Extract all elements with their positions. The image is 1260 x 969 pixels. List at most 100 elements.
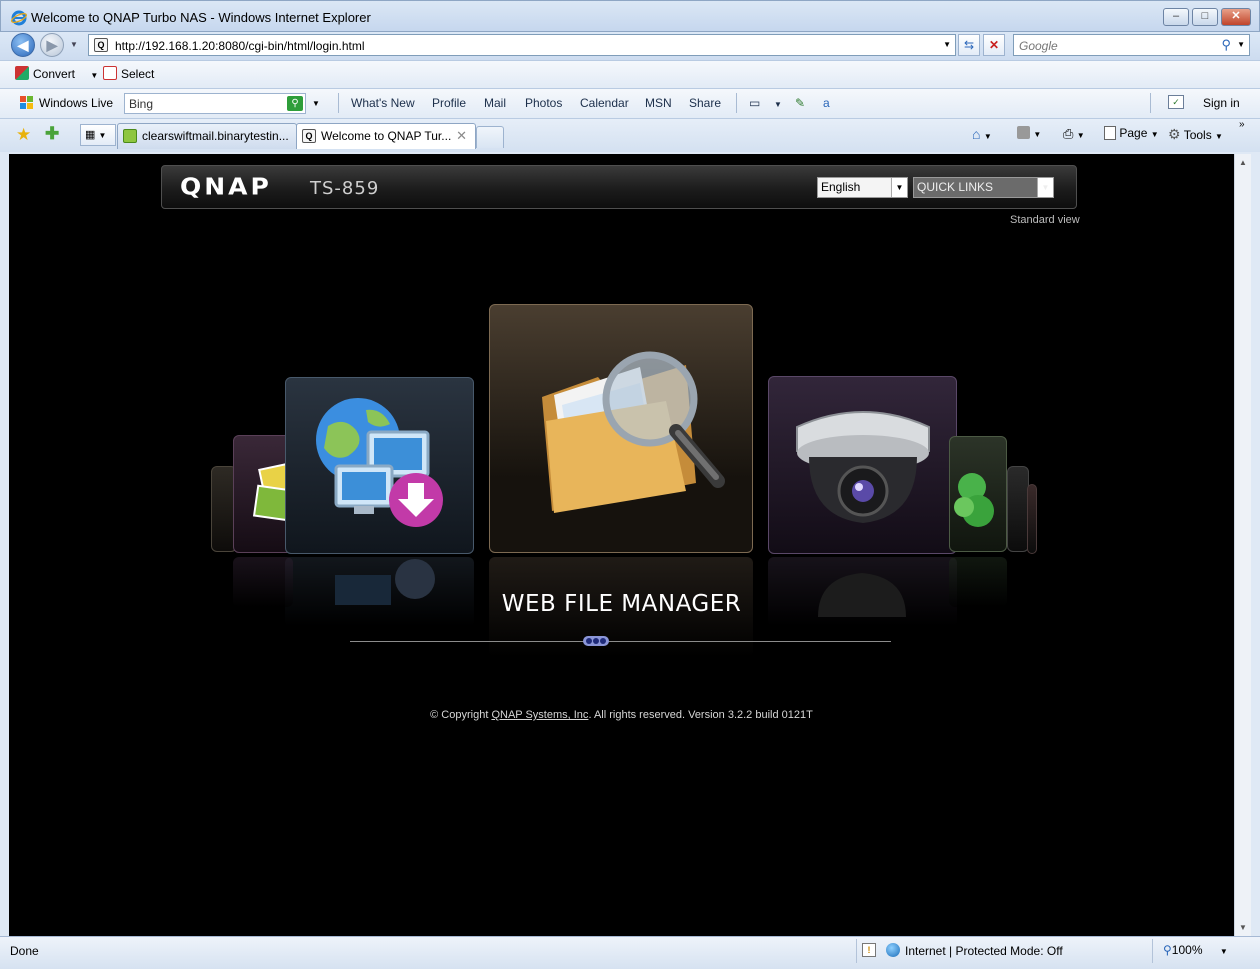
zoom-dropdown-icon: ▼	[1219, 947, 1228, 956]
search-input[interactable]: Google ⚲ ▼	[1013, 34, 1250, 56]
convert-dropdown-icon[interactable]: ▼	[90, 71, 98, 80]
carousel-title: WEB FILE MANAGER	[501, 591, 742, 617]
add-favorites-icon[interactable]: ✚	[45, 124, 59, 144]
carousel-tile-web-file-manager[interactable]	[489, 304, 753, 553]
bing-search-go-icon[interactable]: ⚲	[287, 96, 303, 111]
gear-icon: ⚙	[1168, 126, 1181, 142]
page-viewport: QNAP TS-859 English ▼ QUICK LINKS ▼ Stan…	[9, 154, 1234, 936]
language-select[interactable]: English ▼	[817, 177, 908, 198]
feeds-dropdown-icon[interactable]: ▼	[1033, 130, 1041, 139]
highlight-icon[interactable]: ✎	[795, 96, 805, 110]
forward-button[interactable]: ▶	[40, 33, 64, 57]
tab-qnap-login[interactable]: Q Welcome to QNAP Tur... ✕	[296, 123, 476, 149]
live-link-share[interactable]: Share	[689, 96, 721, 110]
windows-live-label[interactable]: Windows Live	[39, 96, 113, 110]
page-menu-button[interactable]: Page ▼	[1104, 126, 1159, 140]
copyright-suffix: . All rights reserved. Version 3.2.2 bui…	[588, 709, 813, 721]
home-icon: ⌂	[972, 126, 981, 142]
carousel-tile-surveillance-station[interactable]	[768, 376, 957, 554]
carousel-tile-multimedia-station[interactable]	[949, 436, 1007, 552]
pager-dot-active[interactable]	[593, 638, 599, 644]
maximize-button[interactable]: □	[1192, 8, 1218, 26]
address-bar[interactable]: Q http://192.168.1.20:8080/cgi-bin/html/…	[88, 34, 956, 56]
vertical-scrollbar[interactable]: ▲ ▼	[1234, 154, 1251, 936]
tab-clearswift[interactable]: clearswiftmail.binarytestin...	[117, 123, 297, 149]
carousel-tile-photo-station[interactable]	[233, 435, 293, 553]
refresh-button[interactable]: ⇆	[958, 34, 980, 56]
carousel-tile-far-right-2[interactable]	[1027, 484, 1037, 554]
home-dropdown-icon[interactable]: ▼	[984, 132, 992, 141]
convert-button[interactable]: Convert ▼	[15, 66, 98, 81]
recent-pages-dropdown-icon[interactable]: ▼	[70, 40, 78, 49]
language-select-value: English	[821, 180, 861, 194]
live-link-photos[interactable]: Photos	[525, 96, 562, 110]
bing-search-value: Bing	[129, 97, 154, 111]
toolbar-divider	[338, 93, 339, 113]
live-link-profile[interactable]: Profile	[432, 96, 466, 110]
live-link-whats-new[interactable]: What's New	[351, 96, 415, 110]
new-tab-button[interactable]	[476, 126, 504, 148]
status-text: Done	[10, 944, 39, 958]
security-zone-text[interactable]: Internet | Protected Mode: Off	[905, 944, 1063, 958]
back-arrow-icon: ◀	[17, 37, 29, 53]
translate-icon[interactable]: a	[823, 96, 830, 110]
quick-tabs-button[interactable]: ▦ ▼	[80, 124, 116, 146]
scroll-up-icon[interactable]: ▲	[1239, 158, 1247, 167]
green-page-icon	[123, 129, 137, 143]
standard-view-link[interactable]: Standard view	[1010, 214, 1080, 226]
zoom-level-text: 100%	[1171, 943, 1203, 957]
refresh-icon: ⇆	[963, 38, 975, 52]
sign-in-link[interactable]: Sign in	[1203, 96, 1240, 110]
convert-label: Convert	[33, 67, 76, 81]
chevron-down-icon: ▼	[891, 178, 907, 197]
feeds-button[interactable]: ▼	[1017, 126, 1041, 140]
search-icon[interactable]: ⚲	[1221, 37, 1231, 53]
messenger-dropdown-icon[interactable]: ▼	[774, 100, 782, 109]
search-placeholder: Google	[1019, 39, 1058, 53]
messenger-icon[interactable]: ▭	[749, 96, 760, 110]
toolbar-overflow-chevron-icon[interactable]: »	[1239, 119, 1245, 130]
download-station-icon	[316, 398, 443, 527]
protected-mode-icon[interactable]: !	[862, 943, 876, 957]
stop-button[interactable]: ✕	[983, 34, 1005, 56]
live-link-msn[interactable]: MSN	[645, 96, 672, 110]
address-dropdown-icon[interactable]: ▼	[943, 40, 951, 49]
pager-dot[interactable]	[586, 638, 592, 644]
tab-list-dropdown-icon[interactable]: ▼	[98, 131, 106, 140]
back-button[interactable]: ◀	[11, 33, 35, 57]
address-url[interactable]: http://192.168.1.20:8080/cgi-bin/html/lo…	[115, 39, 365, 53]
live-link-calendar[interactable]: Calendar	[580, 96, 629, 110]
minimize-button[interactable]: –	[1163, 8, 1189, 26]
window-titlebar: Welcome to QNAP Turbo NAS - Windows Inte…	[0, 0, 1260, 32]
print-button[interactable]: ⎙ ▼	[1063, 126, 1085, 142]
search-provider-dropdown-icon[interactable]: ▼	[1237, 40, 1245, 49]
quick-links-select[interactable]: QUICK LINKS ▼	[913, 177, 1054, 198]
nas-model: TS-859	[310, 178, 380, 199]
surveillance-camera-icon	[796, 411, 930, 523]
carousel-tile-download-station[interactable]	[285, 377, 474, 554]
tab-label: Welcome to QNAP Tur...	[321, 129, 452, 143]
convert-pdf-icon	[15, 66, 29, 80]
pager-dot[interactable]	[600, 638, 606, 644]
status-divider	[1152, 939, 1153, 963]
home-button[interactable]: ⌂ ▼	[972, 126, 992, 142]
zoom-level-button[interactable]: ⚲100% ▼	[1163, 943, 1228, 957]
bing-dropdown-icon[interactable]: ▼	[312, 99, 320, 108]
bing-search-input[interactable]: Bing ⚲	[124, 93, 306, 114]
scroll-down-icon[interactable]: ▼	[1239, 923, 1247, 932]
status-divider	[856, 939, 857, 963]
close-window-button[interactable]: ✕	[1221, 8, 1251, 26]
chevron-down-icon: ▼	[1037, 178, 1053, 197]
select-button[interactable]: Select	[103, 66, 154, 81]
windows-flag-icon	[20, 96, 33, 109]
favorites-star-icon[interactable]: ★	[16, 125, 31, 145]
carousel-pager[interactable]	[583, 636, 609, 646]
close-tab-icon[interactable]: ✕	[456, 128, 467, 144]
qnap-systems-link[interactable]: QNAP Systems, Inc	[491, 709, 588, 721]
print-dropdown-icon[interactable]: ▼	[1077, 131, 1085, 140]
tools-menu-button[interactable]: ⚙ Tools ▼	[1168, 126, 1223, 143]
quick-links-select-value: QUICK LINKS	[917, 180, 994, 194]
stop-icon: ✕	[988, 38, 1000, 52]
live-link-mail[interactable]: Mail	[484, 96, 506, 110]
carousel-tile-far-right[interactable]	[1007, 466, 1029, 552]
